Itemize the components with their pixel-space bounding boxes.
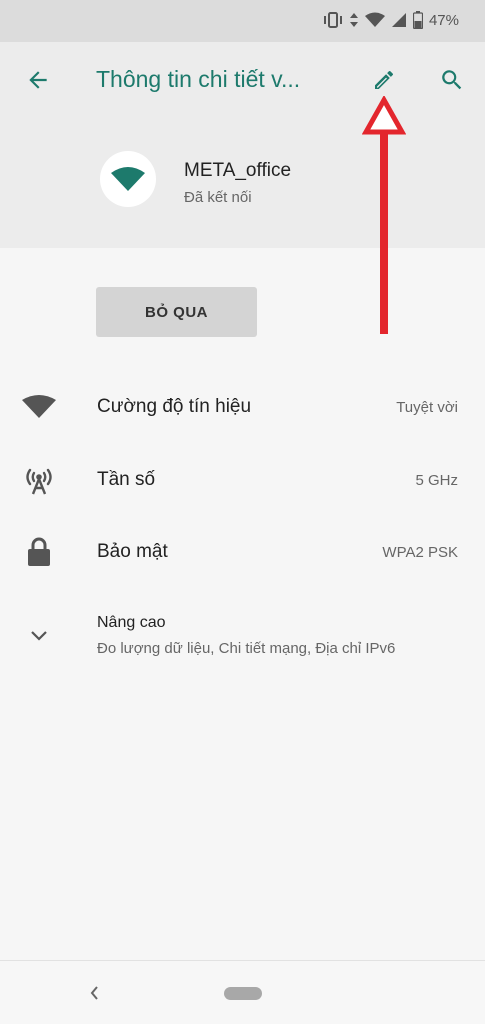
status-bar: 47%	[0, 0, 485, 42]
battery-icon	[412, 11, 423, 29]
cell-signal-icon	[391, 13, 406, 27]
pencil-icon	[375, 70, 393, 89]
advanced-summary: Đo lượng dữ liệu, Chi tiết mạng, Địa chỉ…	[97, 640, 396, 657]
frequency-label: Tần số	[97, 469, 156, 490]
advanced-title[interactable]: Nâng cao	[97, 614, 166, 632]
signal-strength-value: Tuyệt vời	[396, 399, 458, 416]
data-arrows-icon	[349, 13, 358, 27]
lock-icon	[28, 537, 50, 566]
signal-strength-icon	[22, 390, 56, 424]
nav-home-pill[interactable]	[224, 987, 262, 1000]
wifi-icon	[111, 167, 145, 191]
security-label: Bảo mật	[97, 541, 168, 562]
vibrate-icon	[323, 12, 342, 28]
network-name: META_office	[184, 160, 292, 181]
annotation-arrow-icon	[362, 96, 406, 334]
security-value: WPA2 PSK	[382, 544, 458, 561]
back-arrow-icon	[29, 71, 47, 89]
nav-back-button[interactable]	[84, 979, 104, 1007]
connection-status: Đã kết nối	[184, 189, 252, 206]
page-title: Thông tin chi tiết v...	[96, 66, 301, 92]
navigation-bar	[0, 960, 485, 1024]
search-button[interactable]	[434, 62, 470, 98]
forget-button[interactable]: BỎ QUA	[96, 287, 257, 337]
signal-strength-label: Cường độ tín hiệu	[97, 396, 252, 417]
back-button[interactable]	[20, 62, 56, 98]
frequency-value: 5 GHz	[415, 472, 458, 489]
frequency-icon	[22, 463, 56, 497]
edit-button[interactable]	[366, 62, 402, 98]
wifi-signal-icon	[364, 12, 385, 27]
battery-percentage: 47%	[428, 11, 459, 29]
chevron-down-icon	[31, 631, 47, 641]
chevron-left-icon	[90, 986, 98, 1000]
antenna-icon	[26, 468, 52, 495]
search-icon	[442, 70, 462, 90]
network-avatar	[100, 151, 156, 207]
wifi-signal-icon	[22, 395, 56, 418]
status-icons: 47%	[323, 9, 459, 31]
advanced-expand-toggle[interactable]	[22, 619, 56, 653]
security-icon	[22, 535, 56, 569]
